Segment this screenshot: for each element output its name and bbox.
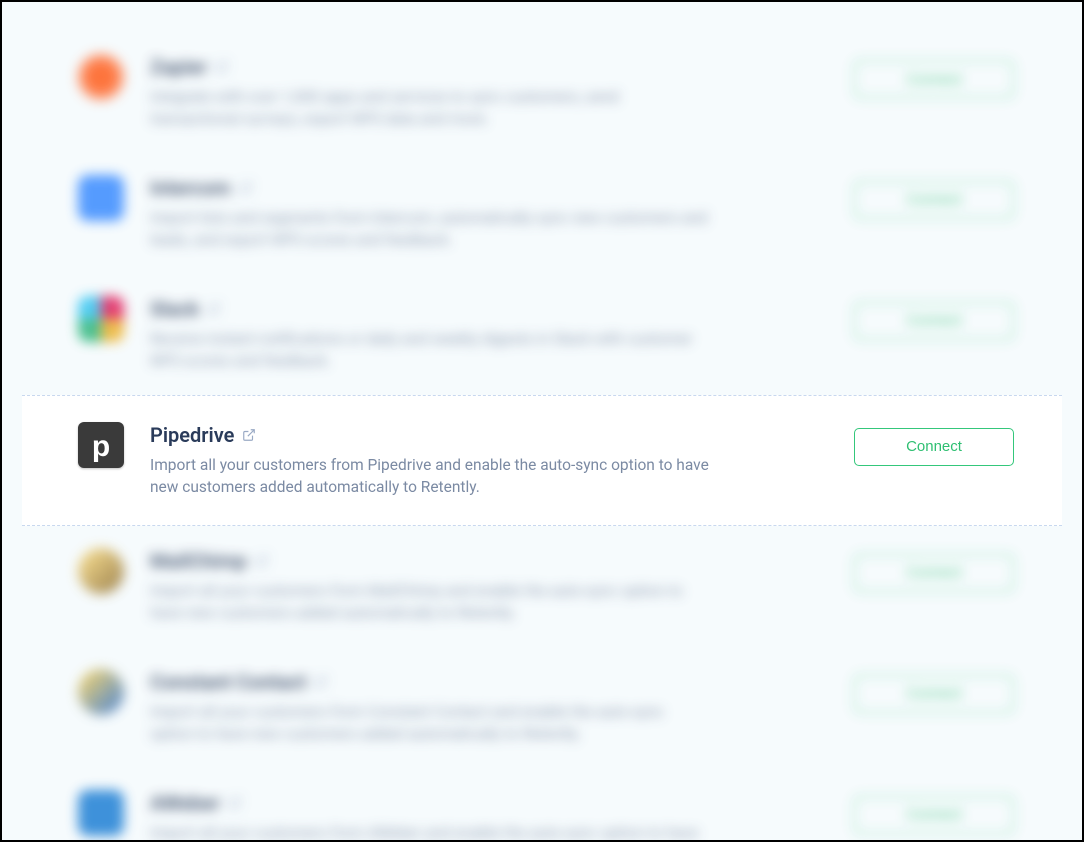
external-link-icon[interactable] (228, 796, 242, 810)
connect-button-slack[interactable]: Connect (854, 302, 1014, 340)
mailchimp-icon (78, 548, 124, 594)
integration-description: Import all your customers from Pipedrive… (150, 454, 710, 499)
external-link-icon[interactable] (242, 428, 256, 442)
zapier-icon (78, 54, 124, 100)
integration-text: Slack Receive instant notifications or d… (150, 296, 828, 373)
integration-row-constant-contact: Constant Contact Import all your custome… (22, 647, 1062, 768)
integration-title[interactable]: Zapier (150, 54, 207, 80)
constant-contact-icon (78, 669, 124, 715)
connect-button-intercom[interactable]: Connect (854, 181, 1014, 219)
external-link-icon[interactable] (215, 60, 229, 74)
integration-text: Constant Contact Import all your custome… (150, 669, 828, 746)
integration-row-zapier: Zapier Integrate with over 1,000 apps an… (22, 32, 1062, 153)
connect-button-constant-contact[interactable]: Connect (854, 675, 1014, 713)
connect-button-mailchimp[interactable]: Connect (854, 554, 1014, 592)
integration-description: Import all your customers from MailChimp… (150, 580, 710, 625)
connect-button-zapier[interactable]: Connect (854, 60, 1014, 98)
integration-description: Import all your customers from AWeber an… (150, 822, 710, 842)
integration-row-pipedrive: p Pipedrive Import all your customers fr… (22, 395, 1062, 526)
connect-button-aweber[interactable]: Connect (854, 796, 1014, 834)
external-link-icon[interactable] (255, 554, 269, 568)
integrations-list: Zapier Integrate with over 1,000 apps an… (22, 32, 1062, 842)
external-link-icon[interactable] (207, 302, 221, 316)
integration-text: Pipedrive Import all your customers from… (150, 422, 828, 499)
integration-text: Intercom Import lists and segments from … (150, 175, 828, 252)
connect-button-pipedrive[interactable]: Connect (854, 428, 1014, 466)
integration-title[interactable]: Constant Contact (150, 669, 306, 695)
integration-description: Import all your customers from Constant … (150, 701, 710, 746)
intercom-icon (78, 175, 124, 221)
integration-row-aweber: AWeber Import all your customers from AW… (22, 768, 1062, 842)
integration-title[interactable]: Slack (150, 296, 199, 322)
integration-text: AWeber Import all your customers from AW… (150, 790, 828, 842)
aweber-icon (78, 790, 124, 836)
integration-text: Zapier Integrate with over 1,000 apps an… (150, 54, 828, 131)
integration-row-mailchimp: MailChimp Import all your customers from… (22, 526, 1062, 647)
integration-description: Import lists and segments from Intercom,… (150, 207, 710, 252)
integration-row-intercom: Intercom Import lists and segments from … (22, 153, 1062, 274)
integration-title[interactable]: Pipedrive (150, 422, 234, 448)
integration-title[interactable]: Intercom (150, 175, 231, 201)
integration-text: MailChimp Import all your customers from… (150, 548, 828, 625)
external-link-icon[interactable] (314, 675, 328, 689)
slack-icon (78, 296, 124, 342)
integration-description: Receive instant notifications or daily a… (150, 328, 710, 373)
external-link-icon[interactable] (239, 181, 253, 195)
integration-row-slack: Slack Receive instant notifications or d… (22, 274, 1062, 395)
integration-description: Integrate with over 1,000 apps and servi… (150, 86, 710, 131)
integration-title[interactable]: AWeber (150, 790, 220, 816)
pipedrive-icon: p (78, 422, 124, 468)
integration-title[interactable]: MailChimp (150, 548, 247, 574)
